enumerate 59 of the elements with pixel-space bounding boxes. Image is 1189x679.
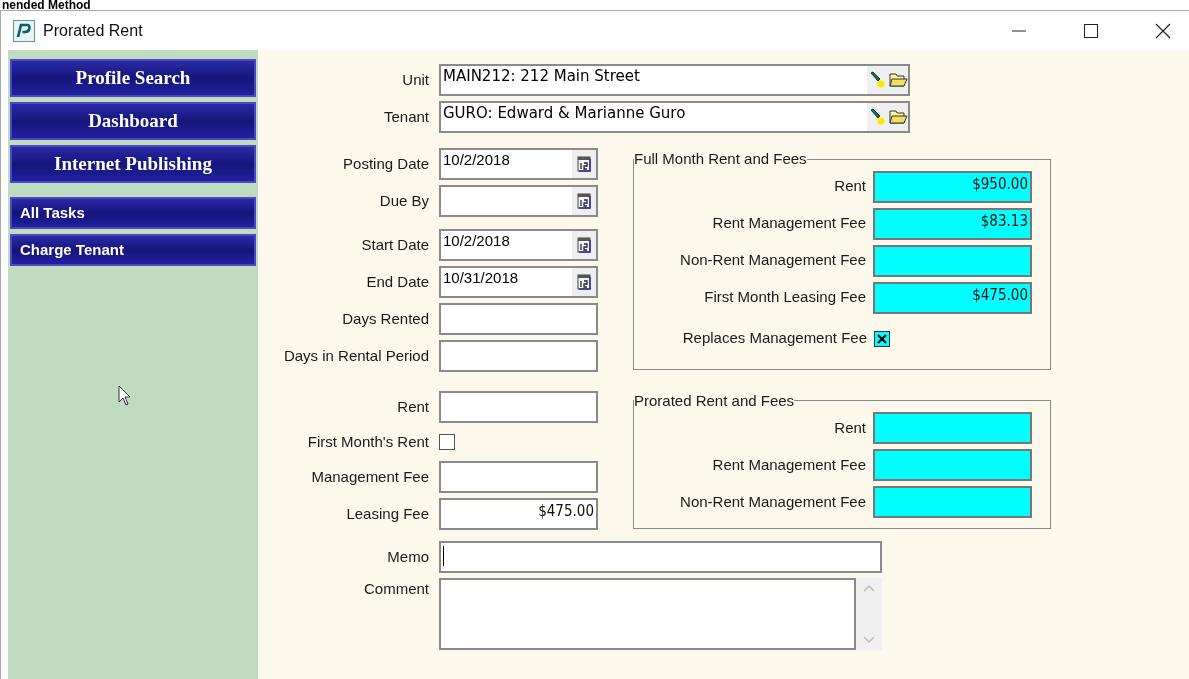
page-heading: nended Method xyxy=(1,0,91,10)
input-field[interactable] xyxy=(439,391,598,423)
checkbox[interactable] xyxy=(874,330,890,347)
window-title: Prorated Rent xyxy=(43,20,143,41)
date-field[interactable]: 10/31/2018 xyxy=(439,266,598,298)
field-label: Rent Management Fee xyxy=(712,213,866,234)
task-button[interactable]: Charge Tenant xyxy=(10,234,256,266)
field-label: Posting Date xyxy=(343,153,429,174)
field-label: Management Fee xyxy=(311,466,429,487)
group-title: Full Month Rent and Fees xyxy=(634,149,807,169)
task-button[interactable]: All Tasks xyxy=(10,197,256,229)
comment-field[interactable] xyxy=(439,578,882,650)
calendar-icon[interactable] xyxy=(577,237,591,253)
input-field[interactable] xyxy=(439,461,598,493)
field-label: Rent Management Fee xyxy=(712,454,866,475)
close-icon[interactable] xyxy=(1155,22,1171,39)
folder-icon[interactable] xyxy=(888,70,908,90)
calendar-icon[interactable] xyxy=(577,156,591,172)
field-label: Non-Rent Management Fee xyxy=(680,250,866,271)
field-label: Rent xyxy=(834,417,866,438)
memo-field[interactable] xyxy=(439,541,882,573)
field-label: Replaces Management Fee xyxy=(682,328,867,349)
field-label: Leasing Fee xyxy=(346,503,429,524)
nav-button[interactable]: Internet Publishing xyxy=(10,145,256,183)
field-label: First Month Leasing Fee xyxy=(704,287,866,308)
nav-button[interactable]: Dashboard xyxy=(10,102,256,140)
lookup-field[interactable]: GURO: Edward & Marianne Guro xyxy=(439,101,910,133)
readonly-field: $83.13 xyxy=(873,207,1032,240)
readonly-field: $950.00 xyxy=(873,170,1032,203)
field-label: Due By xyxy=(379,190,429,211)
field-label: Start Date xyxy=(361,234,429,255)
mouse-pointer-icon xyxy=(118,385,132,407)
nav-button[interactable]: Profile Search xyxy=(10,59,256,97)
field-label: Rent xyxy=(397,396,429,417)
date-field[interactable] xyxy=(439,185,598,217)
field-label: Tenant xyxy=(383,106,429,127)
lookup-field[interactable]: MAIN212: 212 Main Street xyxy=(439,64,910,96)
folder-icon[interactable] xyxy=(888,107,908,127)
field-label: End Date xyxy=(366,271,429,292)
field-label: First Month's Rent xyxy=(307,431,429,452)
group-title: Prorated Rent and Fees xyxy=(634,390,795,411)
app-logo-icon xyxy=(13,19,35,42)
date-field[interactable]: 10/2/2018 xyxy=(439,148,598,180)
field-label: Comment xyxy=(363,579,429,599)
input-field[interactable] xyxy=(439,340,598,372)
calendar-icon[interactable] xyxy=(577,193,591,209)
field-label: Rent xyxy=(834,176,866,197)
maximize-icon[interactable] xyxy=(1083,22,1099,39)
field-label: Unit xyxy=(402,69,429,90)
field-label: Memo xyxy=(387,546,429,567)
field-label: Non-Rent Management Fee xyxy=(680,491,866,512)
date-field[interactable]: 10/2/2018 xyxy=(439,229,598,261)
checkbox[interactable] xyxy=(439,434,455,450)
field-label: Days Rented xyxy=(342,308,429,329)
input-field[interactable] xyxy=(439,303,598,335)
calendar-icon[interactable] xyxy=(577,274,591,290)
field-label: Days in Rental Period xyxy=(283,345,429,366)
readonly-field: $475.00 xyxy=(873,281,1032,314)
input-field[interactable]: $475.00 xyxy=(439,498,598,530)
